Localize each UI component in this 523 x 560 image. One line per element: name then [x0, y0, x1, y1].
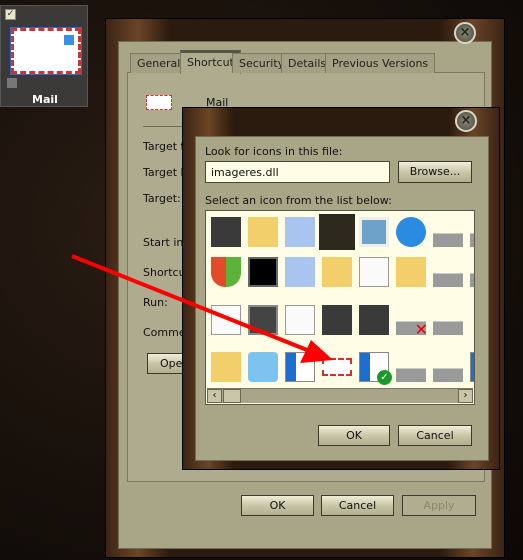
arrow-line [71, 254, 313, 354]
arrow-head-icon [300, 340, 333, 363]
annotation-arrow [71, 254, 333, 363]
